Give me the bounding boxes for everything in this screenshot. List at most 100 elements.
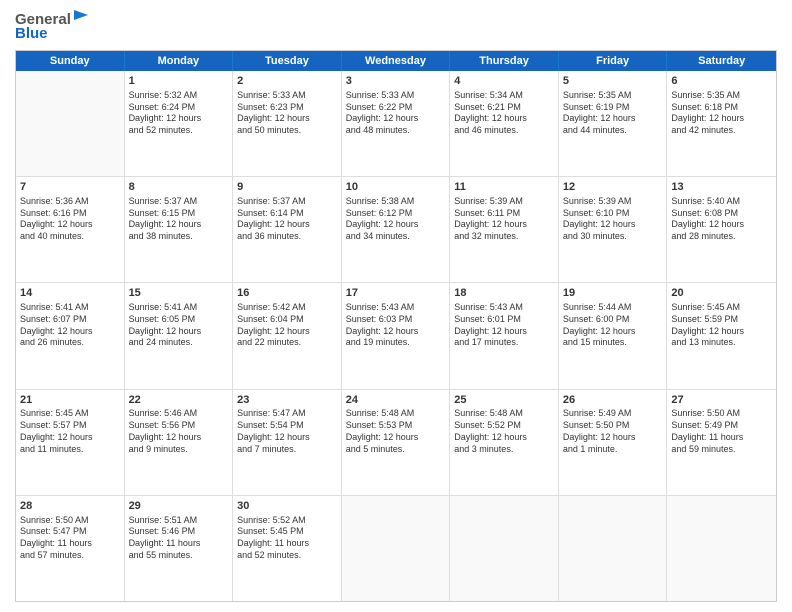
logo: General Blue (15, 10, 88, 42)
day-number: 3 (346, 74, 446, 89)
day-cell-30: 30Sunrise: 5:52 AM Sunset: 5:45 PM Dayli… (233, 496, 342, 601)
day-cell-23: 23Sunrise: 5:47 AM Sunset: 5:54 PM Dayli… (233, 390, 342, 495)
day-cell-15: 15Sunrise: 5:41 AM Sunset: 6:05 PM Dayli… (125, 283, 234, 388)
day-info: Sunrise: 5:44 AM Sunset: 6:00 PM Dayligh… (563, 302, 663, 349)
day-cell-12: 12Sunrise: 5:39 AM Sunset: 6:10 PM Dayli… (559, 177, 668, 282)
day-cell-28: 28Sunrise: 5:50 AM Sunset: 5:47 PM Dayli… (16, 496, 125, 601)
day-header-wednesday: Wednesday (342, 51, 451, 71)
page: General Blue SundayMondayTuesdayWednesda… (0, 0, 792, 612)
calendar-header: SundayMondayTuesdayWednesdayThursdayFrid… (16, 51, 776, 71)
day-number: 29 (129, 499, 229, 514)
day-number: 17 (346, 286, 446, 301)
day-cell-21: 21Sunrise: 5:45 AM Sunset: 5:57 PM Dayli… (16, 390, 125, 495)
day-number: 30 (237, 499, 337, 514)
day-number: 15 (129, 286, 229, 301)
day-info: Sunrise: 5:48 AM Sunset: 5:53 PM Dayligh… (346, 408, 446, 455)
day-info: Sunrise: 5:52 AM Sunset: 5:45 PM Dayligh… (237, 515, 337, 562)
day-info: Sunrise: 5:50 AM Sunset: 5:47 PM Dayligh… (20, 515, 120, 562)
day-header-tuesday: Tuesday (233, 51, 342, 71)
day-cell-empty-4-4 (450, 496, 559, 601)
day-cell-6: 6Sunrise: 5:35 AM Sunset: 6:18 PM Daylig… (667, 71, 776, 176)
day-cell-26: 26Sunrise: 5:49 AM Sunset: 5:50 PM Dayli… (559, 390, 668, 495)
day-info: Sunrise: 5:39 AM Sunset: 6:10 PM Dayligh… (563, 196, 663, 243)
week-row-5: 28Sunrise: 5:50 AM Sunset: 5:47 PM Dayli… (16, 496, 776, 601)
day-info: Sunrise: 5:37 AM Sunset: 6:15 PM Dayligh… (129, 196, 229, 243)
day-info: Sunrise: 5:49 AM Sunset: 5:50 PM Dayligh… (563, 408, 663, 455)
day-cell-1: 1Sunrise: 5:32 AM Sunset: 6:24 PM Daylig… (125, 71, 234, 176)
day-info: Sunrise: 5:33 AM Sunset: 6:22 PM Dayligh… (346, 90, 446, 137)
day-info: Sunrise: 5:37 AM Sunset: 6:14 PM Dayligh… (237, 196, 337, 243)
day-info: Sunrise: 5:43 AM Sunset: 6:03 PM Dayligh… (346, 302, 446, 349)
day-info: Sunrise: 5:41 AM Sunset: 6:05 PM Dayligh… (129, 302, 229, 349)
day-cell-9: 9Sunrise: 5:37 AM Sunset: 6:14 PM Daylig… (233, 177, 342, 282)
day-cell-2: 2Sunrise: 5:33 AM Sunset: 6:23 PM Daylig… (233, 71, 342, 176)
day-number: 21 (20, 393, 120, 408)
day-cell-24: 24Sunrise: 5:48 AM Sunset: 5:53 PM Dayli… (342, 390, 451, 495)
calendar: SundayMondayTuesdayWednesdayThursdayFrid… (15, 50, 777, 602)
day-cell-29: 29Sunrise: 5:51 AM Sunset: 5:46 PM Dayli… (125, 496, 234, 601)
day-number: 5 (563, 74, 663, 89)
day-number: 1 (129, 74, 229, 89)
day-number: 25 (454, 393, 554, 408)
day-info: Sunrise: 5:43 AM Sunset: 6:01 PM Dayligh… (454, 302, 554, 349)
day-number: 10 (346, 180, 446, 195)
day-cell-18: 18Sunrise: 5:43 AM Sunset: 6:01 PM Dayli… (450, 283, 559, 388)
day-info: Sunrise: 5:50 AM Sunset: 5:49 PM Dayligh… (671, 408, 772, 455)
day-number: 24 (346, 393, 446, 408)
day-number: 27 (671, 393, 772, 408)
day-header-saturday: Saturday (667, 51, 776, 71)
week-row-1: 1Sunrise: 5:32 AM Sunset: 6:24 PM Daylig… (16, 71, 776, 177)
day-number: 16 (237, 286, 337, 301)
week-row-2: 7Sunrise: 5:36 AM Sunset: 6:16 PM Daylig… (16, 177, 776, 283)
day-info: Sunrise: 5:33 AM Sunset: 6:23 PM Dayligh… (237, 90, 337, 137)
day-info: Sunrise: 5:45 AM Sunset: 5:57 PM Dayligh… (20, 408, 120, 455)
day-number: 22 (129, 393, 229, 408)
calendar-body: 1Sunrise: 5:32 AM Sunset: 6:24 PM Daylig… (16, 71, 776, 601)
day-info: Sunrise: 5:35 AM Sunset: 6:19 PM Dayligh… (563, 90, 663, 137)
day-header-friday: Friday (559, 51, 668, 71)
day-cell-empty-4-5 (559, 496, 668, 601)
day-number: 2 (237, 74, 337, 89)
day-number: 12 (563, 180, 663, 195)
day-info: Sunrise: 5:40 AM Sunset: 6:08 PM Dayligh… (671, 196, 772, 243)
day-info: Sunrise: 5:47 AM Sunset: 5:54 PM Dayligh… (237, 408, 337, 455)
day-cell-3: 3Sunrise: 5:33 AM Sunset: 6:22 PM Daylig… (342, 71, 451, 176)
week-row-4: 21Sunrise: 5:45 AM Sunset: 5:57 PM Dayli… (16, 390, 776, 496)
day-cell-10: 10Sunrise: 5:38 AM Sunset: 6:12 PM Dayli… (342, 177, 451, 282)
day-header-monday: Monday (125, 51, 234, 71)
day-info: Sunrise: 5:34 AM Sunset: 6:21 PM Dayligh… (454, 90, 554, 137)
day-cell-17: 17Sunrise: 5:43 AM Sunset: 6:03 PM Dayli… (342, 283, 451, 388)
day-info: Sunrise: 5:32 AM Sunset: 6:24 PM Dayligh… (129, 90, 229, 137)
day-cell-4: 4Sunrise: 5:34 AM Sunset: 6:21 PM Daylig… (450, 71, 559, 176)
day-number: 8 (129, 180, 229, 195)
week-row-3: 14Sunrise: 5:41 AM Sunset: 6:07 PM Dayli… (16, 283, 776, 389)
logo-blue-text: Blue (15, 25, 48, 42)
day-number: 13 (671, 180, 772, 195)
day-header-sunday: Sunday (16, 51, 125, 71)
day-cell-14: 14Sunrise: 5:41 AM Sunset: 6:07 PM Dayli… (16, 283, 125, 388)
day-info: Sunrise: 5:45 AM Sunset: 5:59 PM Dayligh… (671, 302, 772, 349)
logo-flag-icon (72, 10, 88, 24)
day-info: Sunrise: 5:48 AM Sunset: 5:52 PM Dayligh… (454, 408, 554, 455)
day-header-thursday: Thursday (450, 51, 559, 71)
day-cell-7: 7Sunrise: 5:36 AM Sunset: 6:16 PM Daylig… (16, 177, 125, 282)
day-number: 19 (563, 286, 663, 301)
day-cell-22: 22Sunrise: 5:46 AM Sunset: 5:56 PM Dayli… (125, 390, 234, 495)
day-cell-5: 5Sunrise: 5:35 AM Sunset: 6:19 PM Daylig… (559, 71, 668, 176)
day-cell-empty-4-3 (342, 496, 451, 601)
day-cell-19: 19Sunrise: 5:44 AM Sunset: 6:00 PM Dayli… (559, 283, 668, 388)
day-number: 4 (454, 74, 554, 89)
day-info: Sunrise: 5:42 AM Sunset: 6:04 PM Dayligh… (237, 302, 337, 349)
day-number: 18 (454, 286, 554, 301)
day-cell-27: 27Sunrise: 5:50 AM Sunset: 5:49 PM Dayli… (667, 390, 776, 495)
day-number: 11 (454, 180, 554, 195)
day-info: Sunrise: 5:46 AM Sunset: 5:56 PM Dayligh… (129, 408, 229, 455)
day-cell-20: 20Sunrise: 5:45 AM Sunset: 5:59 PM Dayli… (667, 283, 776, 388)
day-info: Sunrise: 5:41 AM Sunset: 6:07 PM Dayligh… (20, 302, 120, 349)
day-number: 9 (237, 180, 337, 195)
day-cell-8: 8Sunrise: 5:37 AM Sunset: 6:15 PM Daylig… (125, 177, 234, 282)
day-number: 14 (20, 286, 120, 301)
day-info: Sunrise: 5:35 AM Sunset: 6:18 PM Dayligh… (671, 90, 772, 137)
day-info: Sunrise: 5:39 AM Sunset: 6:11 PM Dayligh… (454, 196, 554, 243)
day-cell-empty-0-0 (16, 71, 125, 176)
